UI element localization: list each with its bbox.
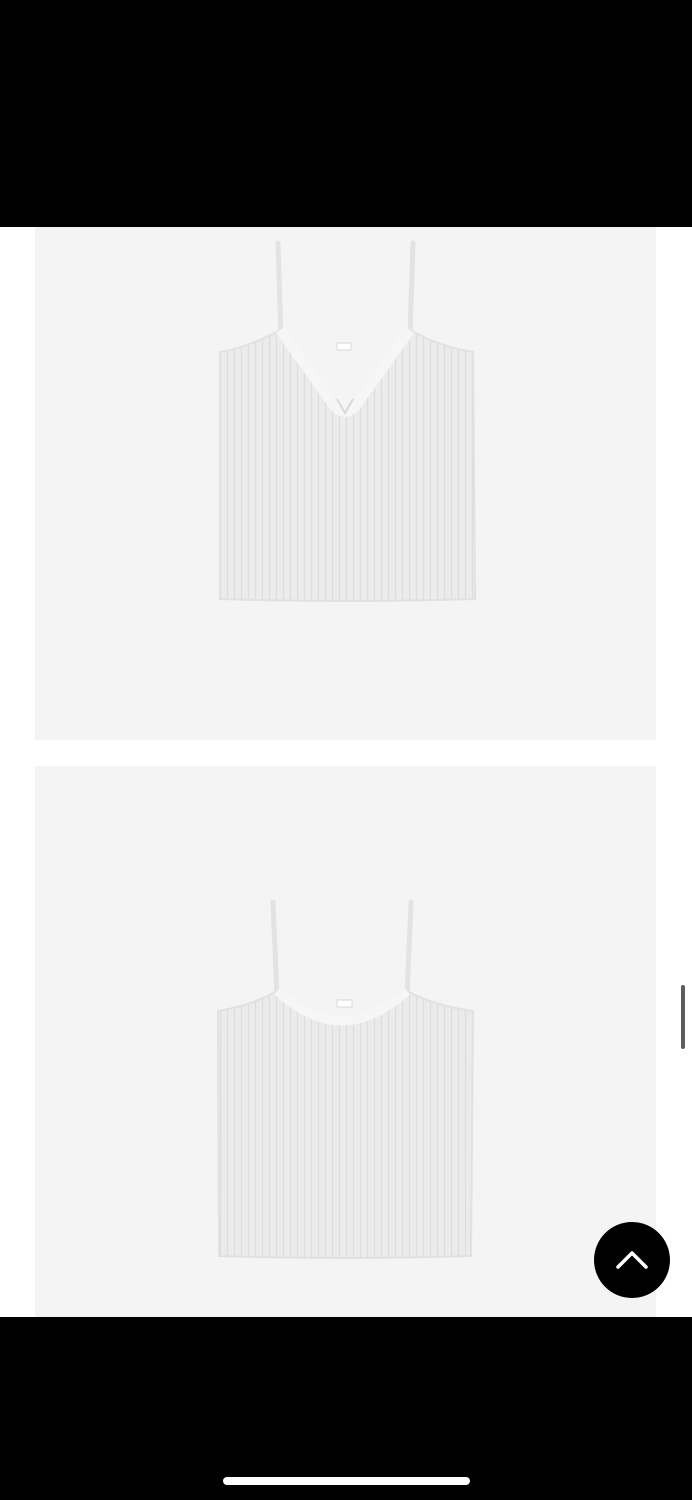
home-indicator[interactable] xyxy=(223,1477,470,1485)
camisole-front-illustration xyxy=(219,240,477,602)
label-tag-icon xyxy=(336,342,352,351)
camisole-back-illustration xyxy=(216,899,475,1259)
product-gallery[interactable] xyxy=(0,227,692,1317)
label-tag-icon xyxy=(336,999,353,1008)
chevron-up-icon xyxy=(616,1251,648,1269)
product-image-2[interactable] xyxy=(35,766,656,1317)
scrollbar[interactable] xyxy=(681,985,685,1049)
back-to-top-button[interactable] xyxy=(594,1222,670,1298)
top-black-bar xyxy=(0,0,692,227)
product-image-1[interactable] xyxy=(35,227,656,740)
bottom-black-bar xyxy=(0,1317,692,1500)
